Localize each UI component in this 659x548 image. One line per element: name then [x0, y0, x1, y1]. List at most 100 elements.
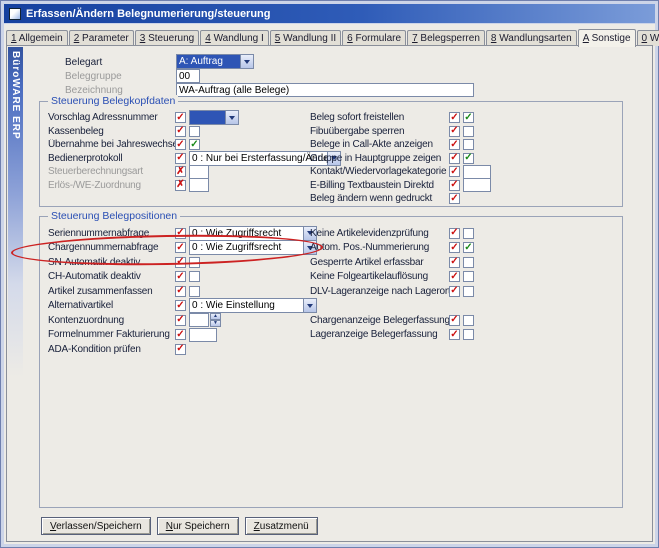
- tristate-checkbox[interactable]: [175, 180, 186, 191]
- tristate-checkbox[interactable]: [175, 344, 186, 355]
- tab-steuerung[interactable]: 3 Steuerung: [135, 30, 200, 46]
- field-label: Kontenzuordnung: [48, 315, 175, 326]
- flag-checkbox[interactable]: [463, 139, 474, 150]
- tristate-checkbox[interactable]: [175, 126, 186, 137]
- field-row: Artikel zusammenfassen: [48, 284, 310, 299]
- tristate-checkbox[interactable]: [175, 257, 186, 268]
- belegart-combo[interactable]: A: Auftrag: [176, 54, 254, 69]
- flag-checkbox[interactable]: [463, 228, 474, 239]
- ebilling-textbaustein-field[interactable]: [463, 178, 491, 192]
- field-label: Keine Artikelevidenzprüfung: [310, 228, 449, 239]
- seriennummernabfrage-combo[interactable]: 0 : Wie Zugriffsrecht: [189, 226, 317, 241]
- tristate-checkbox[interactable]: [449, 153, 460, 164]
- tristate-checkbox[interactable]: [449, 180, 460, 191]
- steuerberechnungsart-field[interactable]: [189, 165, 209, 179]
- tab-belegsperren[interactable]: 7 Belegsperren: [407, 30, 485, 46]
- tristate-checkbox[interactable]: [449, 315, 460, 326]
- window-title: Erfassen/Ändern Belegnumerierung/steueru…: [26, 8, 271, 20]
- bezeichnung-field[interactable]: [176, 83, 474, 97]
- tristate-checkbox[interactable]: [449, 257, 460, 268]
- flag-checkbox[interactable]: [189, 271, 200, 282]
- tab-wfl-tb[interactable]: 0 WFL/TB: [637, 30, 659, 46]
- adressnummer-combo[interactable]: [189, 110, 239, 125]
- field-row: Autom. Pos.-Nummerierung: [310, 241, 620, 256]
- tristate-checkbox[interactable]: [175, 166, 186, 177]
- tab-allgemein[interactable]: 1 Allgemein: [6, 30, 68, 46]
- field-row: Alternativartikel 0 : Wie Einstellung: [48, 299, 310, 314]
- field-label: Keine Folgeartikelauflösung: [310, 271, 449, 282]
- quantity-stepper[interactable]: ▲ ▼: [210, 313, 221, 327]
- tab-formulare[interactable]: 6 Formulare: [342, 30, 406, 46]
- field-label: Artikel zusammenfassen: [48, 286, 175, 297]
- spin-down-icon[interactable]: ▼: [210, 320, 221, 327]
- zusatzmenue-button[interactable]: Zusatzmenü: [245, 517, 318, 535]
- tristate-checkbox[interactable]: [449, 139, 460, 150]
- tristate-checkbox[interactable]: [449, 228, 460, 239]
- kopf-right-column: Beleg sofort freistellen Fibuübergabe sp…: [310, 111, 620, 206]
- flag-checkbox[interactable]: [463, 242, 474, 253]
- field-label: Erlös-/WE-Zuordnung: [48, 180, 175, 191]
- tristate-checkbox[interactable]: [449, 271, 460, 282]
- tristate-checkbox[interactable]: [175, 315, 186, 326]
- spin-up-icon[interactable]: ▲: [210, 313, 221, 320]
- field-row: Seriennummernabfrage 0 : Wie Zugriffsrec…: [48, 226, 310, 241]
- tristate-checkbox[interactable]: [175, 112, 186, 123]
- group-belegkopfdaten: Steuerung Belegkopfdaten Vorschlag Adres…: [39, 101, 623, 207]
- button-row: Verlassen/Speichern Nur Speichern Zusatz…: [41, 517, 324, 535]
- tristate-checkbox[interactable]: [175, 228, 186, 239]
- field-label: Kontakt/Wiedervorlagekategorie: [310, 166, 449, 177]
- flag-checkbox[interactable]: [463, 257, 474, 268]
- tristate-checkbox[interactable]: [175, 242, 186, 253]
- kontenzuordnung-field[interactable]: [189, 313, 209, 327]
- field-label: SN-Automatik deaktiv: [48, 257, 175, 268]
- tristate-checkbox[interactable]: [175, 139, 186, 150]
- belegart-label: Belegart: [65, 57, 102, 68]
- flag-checkbox[interactable]: [463, 329, 474, 340]
- tristate-checkbox[interactable]: [449, 166, 460, 177]
- flag-checkbox[interactable]: [463, 126, 474, 137]
- tab-sonstige[interactable]: A Sonstige: [578, 29, 636, 47]
- alternativartikel-combo[interactable]: 0 : Wie Einstellung: [189, 298, 317, 313]
- verlassen-speichern-button[interactable]: Verlassen/Speichern: [41, 517, 151, 535]
- chargennummernabfrage-combo[interactable]: 0 : Wie Zugriffsrecht: [189, 240, 317, 255]
- tristate-checkbox[interactable]: [175, 271, 186, 282]
- flag-checkbox[interactable]: [463, 153, 474, 164]
- combo-value: 0 : Nur bei Ersterfassung/Änderung: [190, 152, 327, 165]
- tab-wandlung-2[interactable]: 5 Wandlung II: [270, 30, 341, 46]
- combo-value: [190, 111, 225, 124]
- tristate-checkbox[interactable]: [175, 300, 186, 311]
- tab-wandlungsarten[interactable]: 8 Wandlungsarten: [486, 30, 577, 46]
- erloes-we-zuordnung-field[interactable]: [189, 178, 209, 192]
- chevron-down-icon[interactable]: [240, 55, 253, 68]
- tab-wandlung-1[interactable]: 4 Wandlung I: [200, 30, 269, 46]
- beleggruppe-field[interactable]: [176, 69, 200, 83]
- tristate-checkbox[interactable]: [449, 286, 460, 297]
- tristate-checkbox[interactable]: [449, 193, 460, 204]
- tristate-checkbox[interactable]: [175, 329, 186, 340]
- flag-checkbox[interactable]: [463, 315, 474, 326]
- flag-checkbox[interactable]: [189, 286, 200, 297]
- group-title: Steuerung Belegpositionen: [48, 210, 180, 222]
- title-bar: Erfassen/Ändern Belegnumerierung/steueru…: [4, 4, 655, 23]
- tristate-checkbox[interactable]: [449, 242, 460, 253]
- flag-checkbox[interactable]: [463, 286, 474, 297]
- flag-checkbox[interactable]: [463, 271, 474, 282]
- tristate-checkbox[interactable]: [449, 329, 460, 340]
- flag-checkbox[interactable]: [189, 126, 200, 137]
- field-row: Steuerberechnungsart: [48, 165, 310, 179]
- wiedervorlagekategorie-field[interactable]: [463, 165, 491, 179]
- field-label: Lageranzeige Belegerfassung: [310, 329, 449, 340]
- tristate-checkbox[interactable]: [449, 126, 460, 137]
- tristate-checkbox[interactable]: [175, 286, 186, 297]
- formelnummer-field[interactable]: [189, 328, 217, 342]
- flag-checkbox[interactable]: [189, 257, 200, 268]
- tristate-checkbox[interactable]: [175, 153, 186, 164]
- tristate-checkbox[interactable]: [449, 112, 460, 123]
- field-row: Gruppe in Hauptgruppe zeigen: [310, 152, 620, 166]
- flag-checkbox[interactable]: [463, 112, 474, 123]
- nur-speichern-button[interactable]: Nur Speichern: [157, 517, 239, 535]
- chevron-down-icon[interactable]: [225, 111, 238, 124]
- flag-checkbox[interactable]: [189, 139, 200, 150]
- combo-value: 0 : Wie Einstellung: [190, 299, 303, 312]
- tab-parameter[interactable]: 2 Parameter: [69, 30, 134, 46]
